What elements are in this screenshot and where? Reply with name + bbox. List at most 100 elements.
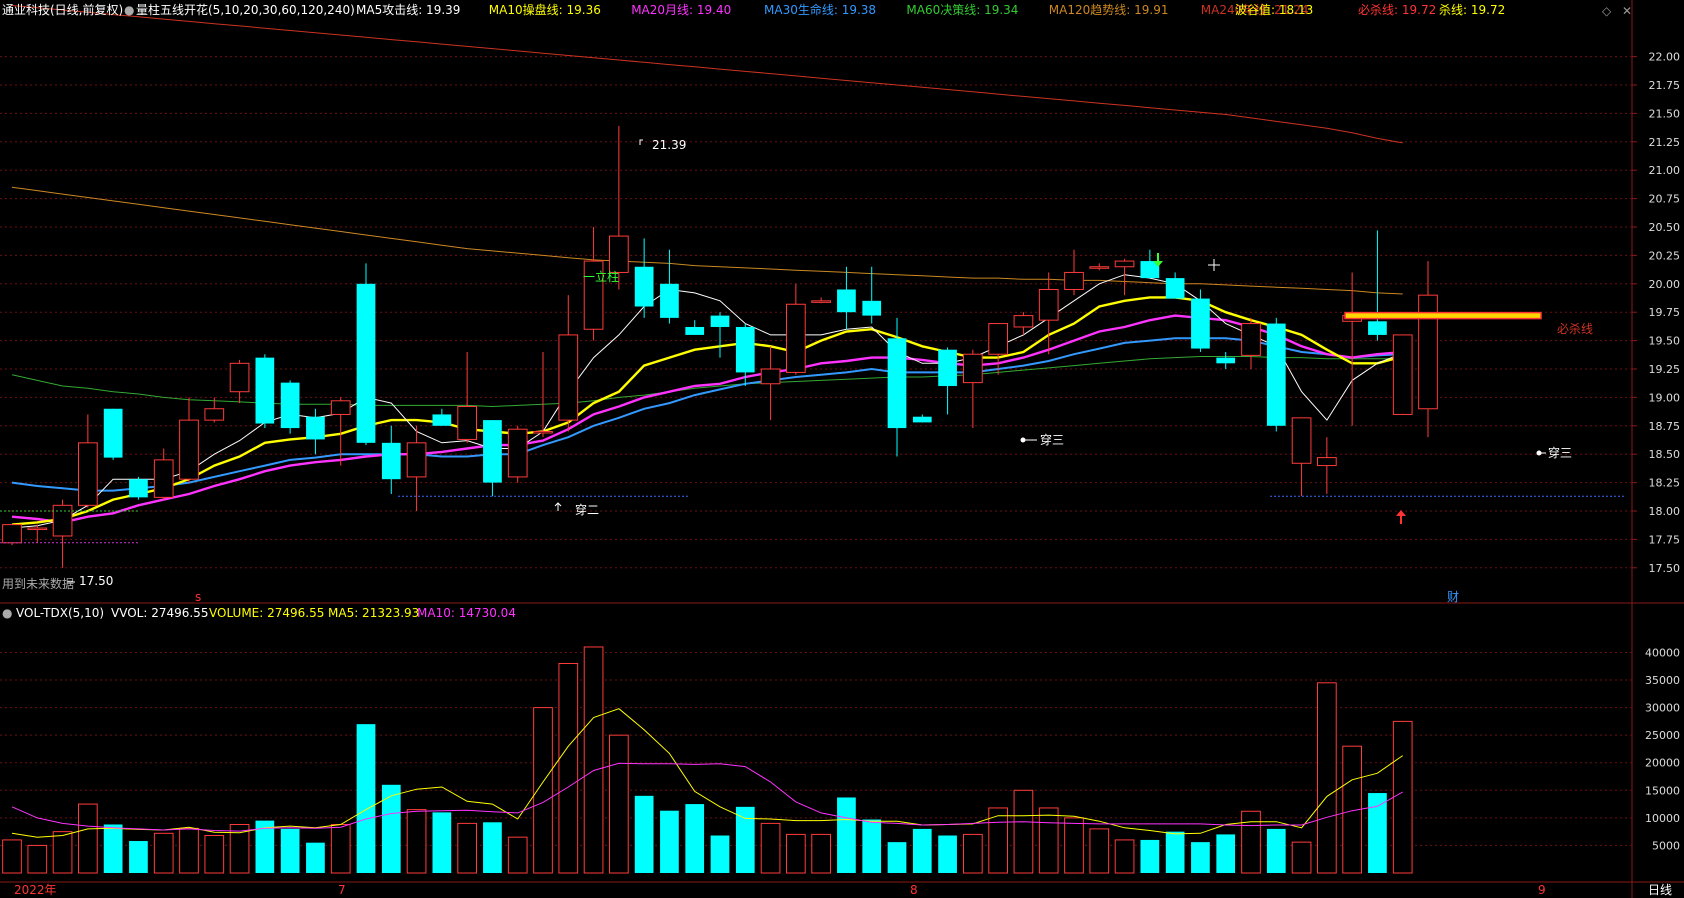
volume-bar: [938, 835, 957, 873]
price-tick-label: 17.50: [1649, 562, 1681, 575]
volume-bar: [27, 844, 48, 874]
price-tick-label: 20.00: [1649, 278, 1681, 291]
volume-bar: [811, 833, 831, 874]
high-label: 21.39: [652, 138, 686, 152]
price-tick-label: 21.25: [1649, 136, 1681, 149]
candle: [1266, 317, 1286, 432]
candle-body: [1114, 260, 1135, 268]
diamond-icon[interactable]: ◇: [1602, 4, 1612, 18]
volume-bar: [887, 842, 907, 873]
candle-body: [27, 527, 48, 531]
volume-bar: [912, 828, 932, 873]
volume-bar: [153, 832, 174, 874]
volume-bar: [356, 724, 376, 873]
volume-bar: [1392, 720, 1413, 874]
price-tick-label: 17.75: [1649, 533, 1681, 546]
price-tick-label: 21.75: [1649, 79, 1681, 92]
ma-legend-item: MA120趋势线: 19.91: [1049, 3, 1169, 17]
candle-body: [52, 504, 73, 537]
volume-bar: [660, 810, 679, 873]
candle-body: [1191, 298, 1210, 349]
volume-bar: [457, 822, 477, 874]
close-icon[interactable]: ✕: [1622, 4, 1632, 18]
candle-body: [786, 303, 806, 373]
chuansan-label-1: 穿三: [1040, 432, 1064, 447]
kill-line: [1344, 311, 1542, 320]
volume-bar: [1064, 817, 1084, 874]
volume-bar: [1114, 839, 1135, 874]
candle-body: [255, 357, 275, 424]
candle-body: [1291, 417, 1312, 464]
bisha-label: 必杀线: [1557, 321, 1593, 336]
candle-body: [129, 479, 148, 498]
price-tick-label: 20.25: [1649, 249, 1681, 262]
volume-bar: [52, 831, 73, 874]
volume-bar: [609, 734, 629, 874]
volume-bar: [507, 836, 528, 874]
volume-bar: [306, 842, 325, 873]
volume-bar: [1216, 834, 1236, 873]
candle-body: [912, 416, 932, 423]
volume-tick-label: 40000: [1645, 646, 1680, 659]
collapse-icon[interactable]: ●: [124, 3, 134, 17]
period-label[interactable]: 日线: [1648, 883, 1672, 897]
candle: [1392, 334, 1413, 415]
candle-body: [229, 362, 250, 393]
volume-bar: [558, 663, 579, 874]
date-year: 2022年: [14, 883, 57, 897]
candle-body: [103, 408, 123, 458]
candle-body: [330, 400, 351, 415]
volume-bar: [1291, 841, 1312, 874]
volume-bar: [330, 823, 351, 874]
vol-collapse-icon[interactable]: ●: [2, 606, 12, 620]
candle-body: [280, 382, 300, 429]
volume-bar: [786, 833, 806, 874]
price-tick-label: 21.00: [1649, 164, 1681, 177]
candle-body: [457, 405, 477, 440]
candle-body: [988, 323, 1008, 355]
price-tick-label: 22.00: [1649, 51, 1681, 64]
ma-legend-item: MA10操盘线: 19.36: [489, 2, 601, 17]
vol-volume: VOLUME: 27496.55: [209, 606, 324, 620]
volume-bar: [634, 795, 654, 873]
candle-body: [1216, 357, 1236, 364]
candle-body: [507, 428, 528, 478]
volume-tick-label: 35000: [1645, 674, 1680, 687]
s-label: s: [195, 590, 201, 604]
vol-vvol: VVOL: 27496.55: [111, 606, 208, 620]
volume-bar: [381, 784, 401, 873]
kill-value: 杀线: 19.72: [1439, 2, 1505, 17]
candle-body: [1317, 457, 1337, 467]
volume-bar: [963, 833, 983, 874]
volume-tick-label: 25000: [1645, 729, 1680, 742]
ma-legend-item: MA30生命线: 19.38: [764, 2, 876, 17]
volume-bar: [1140, 839, 1160, 873]
candle-body: [760, 368, 781, 385]
volume-bar: [1089, 828, 1110, 874]
volume-bar: [533, 707, 553, 874]
candle-body: [306, 416, 325, 440]
volume-bar: [1013, 789, 1034, 874]
kill-must-value: 必杀线: 19.72: [1358, 2, 1436, 17]
future-data-label: 用到未来数据: [2, 576, 74, 591]
price-tick-label: 20.75: [1649, 193, 1681, 206]
volume-bar: [103, 824, 123, 873]
candle-body: [483, 420, 502, 483]
ma-legend-item: MA60决策线: 19.34: [906, 3, 1018, 17]
candle-body: [179, 419, 199, 480]
low-label: 17.50: [79, 574, 113, 588]
stock-chart[interactable]: 17.50 17.75 18.00 18.25 18.50 18.75 19.00 19.25…: [0, 0, 1684, 898]
price-tick-label: 18.75: [1649, 420, 1681, 433]
price-tick-label: 19.50: [1649, 335, 1681, 348]
chuansan-label-2: 穿三: [1548, 445, 1572, 460]
candle-body: [1266, 323, 1286, 426]
candle: [1191, 289, 1210, 352]
date-sep: 9: [1538, 883, 1546, 897]
ma-legend-item: MA5攻击线: 19.39: [356, 3, 460, 17]
candle: [255, 354, 275, 429]
candle-body: [1392, 334, 1413, 415]
candle-body: [1089, 266, 1110, 269]
candle-body: [963, 353, 983, 384]
yilizhu-label: 一立柱: [583, 269, 619, 284]
candle: [103, 408, 123, 460]
